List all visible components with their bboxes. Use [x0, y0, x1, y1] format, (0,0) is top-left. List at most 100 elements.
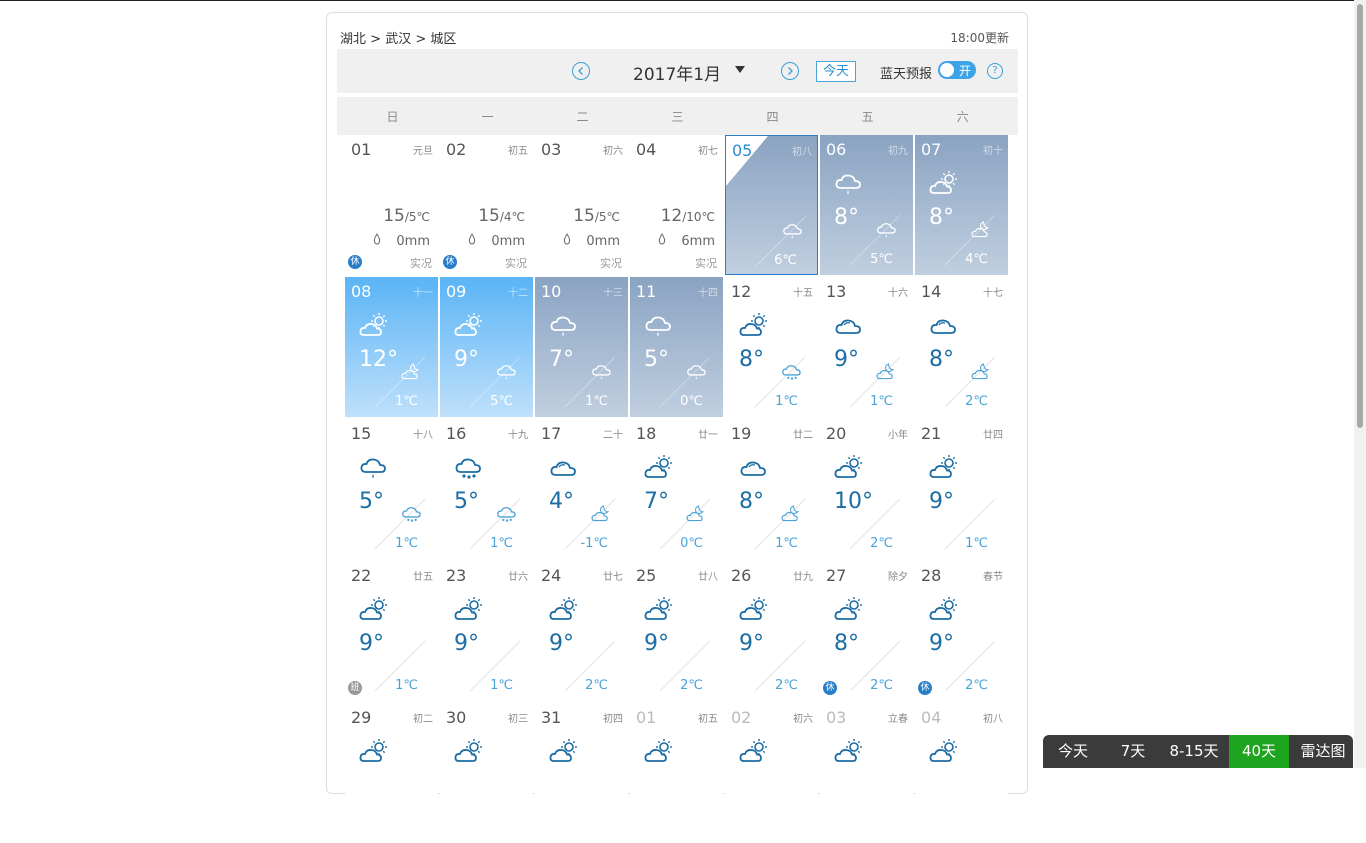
- scrollbar-thumb[interactable]: [1357, 4, 1363, 428]
- blue-sky-toggle[interactable]: 开: [938, 61, 976, 79]
- day-date: 11: [636, 282, 657, 301]
- toggle-knob: [940, 63, 954, 77]
- day-cell[interactable]: 21 廿四 9° 1℃: [915, 419, 1008, 559]
- breadcrumb-province[interactable]: 湖北: [340, 32, 366, 47]
- moon-cloud-icon: [971, 363, 990, 380]
- day-cell[interactable]: 05 初八 6℃: [725, 135, 818, 275]
- lunar-date: 初六: [603, 146, 623, 157]
- lunar-date: 廿六: [508, 572, 528, 583]
- weather-calendar-panel: 湖北 > 武汉 > 城区 18:00更新 2017年1月 今天 蓝天预报 开 ?…: [326, 12, 1028, 843]
- day-cell[interactable]: 12 十五 8° 1℃: [725, 277, 818, 417]
- day-date: 03: [541, 140, 562, 159]
- holiday-badge: 休: [443, 255, 457, 269]
- day-date: 16: [446, 424, 467, 443]
- day-cell[interactable]: 24 廿七 9° 2℃: [535, 561, 628, 701]
- lunar-date: 元旦: [413, 146, 433, 157]
- low-temp: 5℃: [490, 394, 513, 409]
- today-button[interactable]: 今天: [816, 61, 856, 82]
- day-cell[interactable]: 15 十八 5° 1℃: [345, 419, 438, 559]
- lunar-date: 廿七: [603, 572, 623, 583]
- day-cell[interactable]: 17 二十 4° -1℃: [535, 419, 628, 559]
- nav-2[interactable]: 8-15天: [1163, 735, 1225, 768]
- lunar-date: 初九: [888, 146, 908, 157]
- blue-sky-label: 蓝天预报: [880, 67, 933, 82]
- day-cell[interactable]: 27 除夕 8° 2℃ 休: [820, 561, 913, 701]
- day-cell[interactable]: 01 初五: [630, 703, 723, 843]
- day-date: 20: [826, 424, 847, 443]
- day-cell[interactable]: 29 初二: [345, 703, 438, 843]
- lunar-date: 廿五: [413, 572, 433, 583]
- snow-icon: [782, 365, 801, 380]
- lunar-date: 初十: [983, 146, 1003, 157]
- lunar-date: 廿一: [698, 430, 718, 441]
- lunar-date: 廿九: [793, 572, 813, 583]
- next-month-button[interactable]: [781, 62, 799, 80]
- day-cell[interactable]: 26 廿九 9° 2℃: [725, 561, 818, 701]
- rain-icon: [645, 316, 671, 336]
- lunar-date: 十九: [508, 430, 528, 441]
- lunar-date: 十一: [413, 288, 433, 299]
- day-date: 22: [351, 566, 372, 585]
- nav-0[interactable]: 今天: [1043, 735, 1103, 768]
- day-date: 09: [446, 282, 467, 301]
- moon-cloud-icon: [781, 505, 800, 522]
- day-cell[interactable]: 11 十四 5° 0℃: [630, 277, 723, 417]
- day-cell[interactable]: 10 十三 7° 1℃: [535, 277, 628, 417]
- nav-1[interactable]: 7天: [1103, 735, 1163, 768]
- day-cell[interactable]: 04 初八: [915, 703, 1008, 843]
- day-cell[interactable]: 03 初六 15/5℃ 0mm 实况: [535, 135, 628, 275]
- day-date: 03: [826, 708, 847, 727]
- day-cell[interactable]: 19 廿二 8° 1℃: [725, 419, 818, 559]
- day-cell[interactable]: 02 初六: [725, 703, 818, 843]
- help-icon[interactable]: ?: [987, 63, 1003, 79]
- day-cell[interactable]: 23 廿六 9° 1℃: [440, 561, 533, 701]
- day-cell[interactable]: 14 十七 8° 2℃: [915, 277, 1008, 417]
- day-date: 31: [541, 708, 562, 727]
- lunar-date: 初六: [793, 714, 813, 725]
- prev-month-button[interactable]: [572, 62, 590, 80]
- sunny-cloud-icon: [739, 739, 767, 762]
- day-cell[interactable]: 01 元旦 15/5℃ 0mm 实况 休: [345, 135, 438, 275]
- day-cell[interactable]: 30 初三: [440, 703, 533, 843]
- sunny-cloud-icon: [834, 739, 862, 762]
- lunar-date: 初三: [508, 714, 528, 725]
- cloud-icon: [550, 461, 576, 476]
- month-label[interactable]: 2017年1月: [633, 60, 721, 85]
- day-cell[interactable]: 04 初七 12/10℃ 6mm 实况: [630, 135, 723, 275]
- raindrop-icon: [564, 233, 571, 245]
- day-date: 04: [636, 140, 657, 159]
- scrollbar[interactable]: [1354, 0, 1366, 768]
- day-cell[interactable]: 03 立春: [820, 703, 913, 843]
- breadcrumb-district[interactable]: 城区: [430, 32, 456, 47]
- day-cell[interactable]: 18 廿一 7° 0℃: [630, 419, 723, 559]
- day-cell[interactable]: 09 十二 9° 5℃: [440, 277, 533, 417]
- day-cell[interactable]: 31 初四: [535, 703, 628, 843]
- chevron-left-icon: [578, 67, 583, 75]
- nav-4[interactable]: 雷达图: [1289, 735, 1357, 768]
- caret-down-icon[interactable]: [735, 66, 745, 73]
- lunar-date: 十八: [413, 430, 433, 441]
- day-cell[interactable]: 28 春节 9° 2℃ 休: [915, 561, 1008, 701]
- rain-icon: [783, 224, 802, 239]
- day-cell[interactable]: 16 十九 5° 1℃: [440, 419, 533, 559]
- day-cell[interactable]: 13 十六 9° 1℃: [820, 277, 913, 417]
- day-cell[interactable]: 06 初九 8° 5℃: [820, 135, 913, 275]
- moon-cloud-icon: [876, 363, 895, 380]
- breadcrumb-city[interactable]: 武汉: [385, 32, 411, 47]
- day-cell[interactable]: 02 初五 15/4℃ 0mm 实况 休: [440, 135, 533, 275]
- day-cell[interactable]: 22 廿五 9° 1℃ 班: [345, 561, 438, 701]
- day-date: 15: [351, 424, 372, 443]
- low-temp: 1℃: [775, 536, 798, 551]
- day-date: 01: [636, 708, 657, 727]
- nav-3[interactable]: 40天: [1229, 735, 1289, 768]
- calendar-grid: 01 元旦 15/5℃ 0mm 实况休 02 初五 15/4℃ 0mm 实况休 03 初六 15/5℃ 0…: [345, 135, 1011, 843]
- low-temp: 2℃: [680, 678, 703, 693]
- day-cell[interactable]: 07 初十 8° 4℃: [915, 135, 1008, 275]
- snow-icon: [455, 458, 481, 479]
- observed-label: 实况: [600, 257, 622, 270]
- bottom-nav: 今天 7天 8-15天 40天 雷达图: [1043, 735, 1353, 768]
- day-cell[interactable]: 08 十一 12° 1℃: [345, 277, 438, 417]
- day-cell[interactable]: 25 廿八 9° 2℃: [630, 561, 723, 701]
- lunar-date: 廿四: [983, 430, 1003, 441]
- day-cell[interactable]: 20 小年 10° 2℃: [820, 419, 913, 559]
